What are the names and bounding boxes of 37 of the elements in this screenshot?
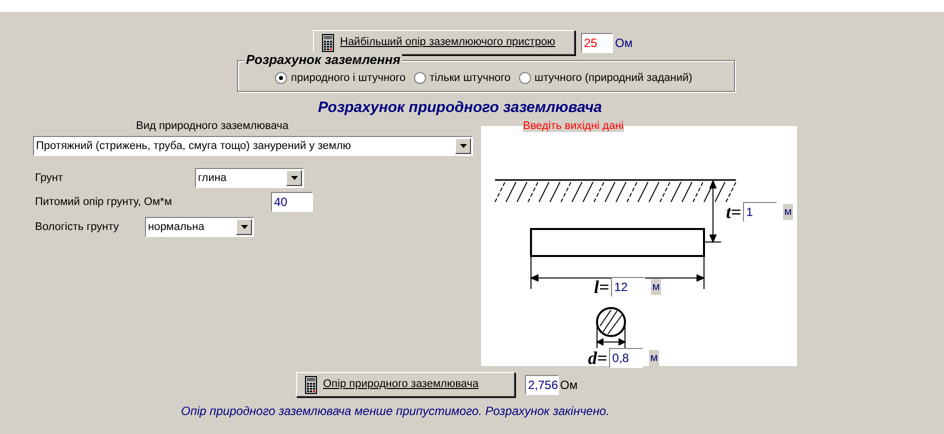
unit-label: м [649, 350, 659, 366]
field-label: Вологість грунту [35, 220, 120, 235]
resistance-result-field[interactable]: 2,756 [525, 374, 559, 394]
field-label: Питомий опір грунту, Ом*м [35, 194, 173, 210]
unit-label: м [651, 278, 661, 296]
unit-label: Ом [560, 376, 578, 394]
radio-button[interactable] [275, 72, 287, 84]
dimension-field[interactable]: 1 [743, 202, 778, 222]
hint-text: Введіть вихідні дані [523, 120, 624, 132]
dimension-label: l= [594, 277, 610, 297]
field-label: Грунт [35, 170, 64, 186]
depth-dimension-drawing [704, 180, 722, 244]
calculator-icon [305, 376, 317, 394]
max-resistance-field[interactable]: 25 [581, 32, 613, 52]
cross-section-drawing [596, 307, 626, 348]
unit-label: м [783, 204, 793, 220]
dimension-label: d= [588, 348, 608, 368]
calculator-icon [322, 34, 334, 52]
dropdown[interactable]: Протяжний (стрижень, труба, смуга тощо) занурений у землю [33, 136, 473, 156]
calculate-button[interactable]: Найбільший опір заземлюючого пристрою [313, 30, 575, 55]
radio-option[interactable]: природного і штучного [275, 70, 406, 86]
dimension-label: t= [726, 202, 742, 222]
dropdown[interactable]: глина [195, 168, 304, 188]
radio-option[interactable]: штучного (природний заданий) [518, 70, 692, 86]
dimension-field[interactable]: 12 [611, 277, 646, 297]
status-message: Опір природного заземлювача менше припустимого. Розрахунок закінчено. [181, 403, 610, 420]
group-legend: Розрахунок заземлення [244, 52, 402, 67]
resistivity-field[interactable]: 40 [271, 192, 313, 212]
unit-label: Ом [615, 34, 633, 52]
dimension-field[interactable]: 0,8 [609, 348, 644, 368]
field-label: Вид природного заземлювача [136, 120, 288, 133]
dropdown[interactable]: нормальна [145, 217, 254, 237]
radio-button[interactable] [518, 72, 531, 84]
radio-option[interactable]: тільки штучного [414, 70, 511, 86]
calculate-button[interactable]: Опір природного заземлювача [296, 372, 515, 397]
section-title: Розрахунок природного заземлювача [318, 100, 602, 116]
radio-button[interactable] [414, 72, 426, 84]
